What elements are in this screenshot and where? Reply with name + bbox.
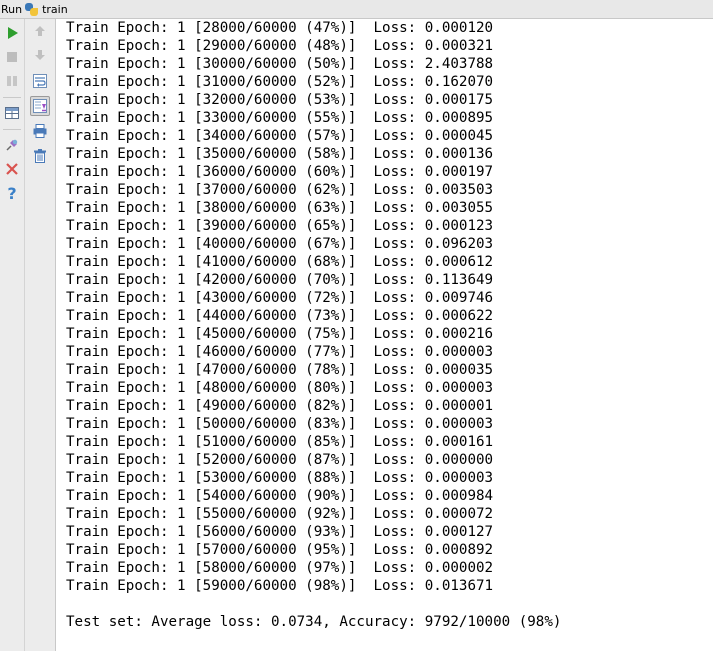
- run-tool-window: Run train ? Train Epoch: 1 [28000/60000 …: [0, 0, 713, 651]
- console-line: Train Epoch: 1 [36000/60000 (60%)] Loss:…: [66, 164, 494, 180]
- console-line: Train Epoch: 1 [57000/60000 (95%)] Loss:…: [66, 542, 494, 558]
- rerun-button[interactable]: [2, 23, 22, 43]
- run-titlebar: Run train: [0, 0, 713, 19]
- close-icon: [6, 163, 18, 175]
- test-summary-line: Test set: Average loss: 0.0734, Accuracy…: [66, 614, 562, 630]
- console-line: Train Epoch: 1 [45000/60000 (75%)] Loss:…: [66, 326, 494, 342]
- console-line: Train Epoch: 1 [46000/60000 (77%)] Loss:…: [66, 344, 494, 360]
- console-line: Train Epoch: 1 [49000/60000 (82%)] Loss:…: [66, 398, 494, 414]
- pin-tab-button[interactable]: [2, 135, 22, 155]
- console-line: Train Epoch: 1 [34000/60000 (57%)] Loss:…: [66, 128, 494, 144]
- console-line: Train Epoch: 1 [58000/60000 (97%)] Loss:…: [66, 560, 494, 576]
- run-tab-label[interactable]: Run: [1, 3, 22, 16]
- console-line: Train Epoch: 1 [59000/60000 (98%)] Loss:…: [66, 578, 494, 594]
- console-line: Train Epoch: 1 [53000/60000 (88%)] Loss:…: [66, 470, 494, 486]
- restore-layout-button[interactable]: [2, 103, 22, 123]
- scroll-to-end-icon: [33, 99, 47, 113]
- help-button[interactable]: ?: [2, 183, 22, 203]
- console-line: Train Epoch: 1 [50000/60000 (83%)] Loss:…: [66, 416, 494, 432]
- console-line: Train Epoch: 1 [29000/60000 (48%)] Loss:…: [66, 38, 494, 54]
- console-line: Train Epoch: 1 [37000/60000 (62%)] Loss:…: [66, 182, 494, 198]
- console-line: Train Epoch: 1 [28000/60000 (47%)] Loss:…: [66, 20, 494, 36]
- run-controls-toolbar: ?: [0, 19, 25, 651]
- console-line: Train Epoch: 1 [56000/60000 (93%)] Loss:…: [66, 524, 494, 540]
- up-arrow-icon: [35, 26, 45, 36]
- console-line: Train Epoch: 1 [40000/60000 (67%)] Loss:…: [66, 236, 494, 252]
- print-icon: [33, 124, 47, 138]
- run-icon: [8, 27, 18, 39]
- pause-button[interactable]: [2, 71, 22, 91]
- toolbar-separator: [3, 97, 21, 98]
- run-config-name[interactable]: train: [42, 3, 68, 16]
- console-line: Train Epoch: 1 [30000/60000 (50%)] Loss:…: [66, 56, 494, 72]
- pause-icon: [7, 76, 17, 86]
- console-line: Train Epoch: 1 [51000/60000 (85%)] Loss:…: [66, 434, 494, 450]
- console-line: Train Epoch: 1 [38000/60000 (63%)] Loss:…: [66, 200, 494, 216]
- console-line: Train Epoch: 1 [32000/60000 (53%)] Loss:…: [66, 92, 494, 108]
- console-line: Train Epoch: 1 [44000/60000 (73%)] Loss:…: [66, 308, 494, 324]
- console-line: Train Epoch: 1 [47000/60000 (78%)] Loss:…: [66, 362, 494, 378]
- stop-button[interactable]: [2, 47, 22, 67]
- toolbar-separator: [3, 129, 21, 130]
- console-line: Train Epoch: 1 [55000/60000 (92%)] Loss:…: [66, 506, 494, 522]
- pin-icon: [6, 139, 18, 151]
- console-line: Train Epoch: 1 [39000/60000 (65%)] Loss:…: [66, 218, 494, 234]
- console-line: Train Epoch: 1 [43000/60000 (72%)] Loss:…: [66, 290, 494, 306]
- console-line: Train Epoch: 1 [48000/60000 (80%)] Loss:…: [66, 380, 494, 396]
- console-line: Train Epoch: 1 [33000/60000 (55%)] Loss:…: [66, 110, 494, 126]
- trash-icon: [34, 149, 46, 163]
- console-line: Train Epoch: 1 [35000/60000 (58%)] Loss:…: [66, 146, 494, 162]
- previous-occurrence-button[interactable]: [30, 21, 50, 41]
- close-button[interactable]: [2, 159, 22, 179]
- console-output[interactable]: Train Epoch: 1 [28000/60000 (47%)] Loss:…: [66, 19, 706, 631]
- console-actions-toolbar: [25, 19, 56, 651]
- soft-wrap-button[interactable]: [30, 71, 50, 91]
- svg-text:?: ?: [7, 185, 16, 201]
- down-arrow-icon: [35, 50, 45, 60]
- console-line: Train Epoch: 1 [42000/60000 (70%)] Loss:…: [66, 272, 494, 288]
- help-icon: ?: [7, 185, 16, 201]
- console-line: Train Epoch: 1 [41000/60000 (68%)] Loss:…: [66, 254, 494, 270]
- layout-icon: [5, 107, 19, 119]
- soft-wrap-icon: [33, 74, 47, 88]
- clear-all-button[interactable]: [30, 146, 50, 166]
- console-line: Train Epoch: 1 [54000/60000 (90%)] Loss:…: [66, 488, 494, 504]
- next-occurrence-button[interactable]: [30, 45, 50, 65]
- stop-icon: [7, 52, 17, 62]
- python-icon: [25, 2, 39, 16]
- scroll-to-end-button[interactable]: [30, 96, 50, 116]
- print-button[interactable]: [30, 121, 50, 141]
- console-line: Train Epoch: 1 [52000/60000 (87%)] Loss:…: [66, 452, 494, 468]
- console-line: Train Epoch: 1 [31000/60000 (52%)] Loss:…: [66, 74, 494, 90]
